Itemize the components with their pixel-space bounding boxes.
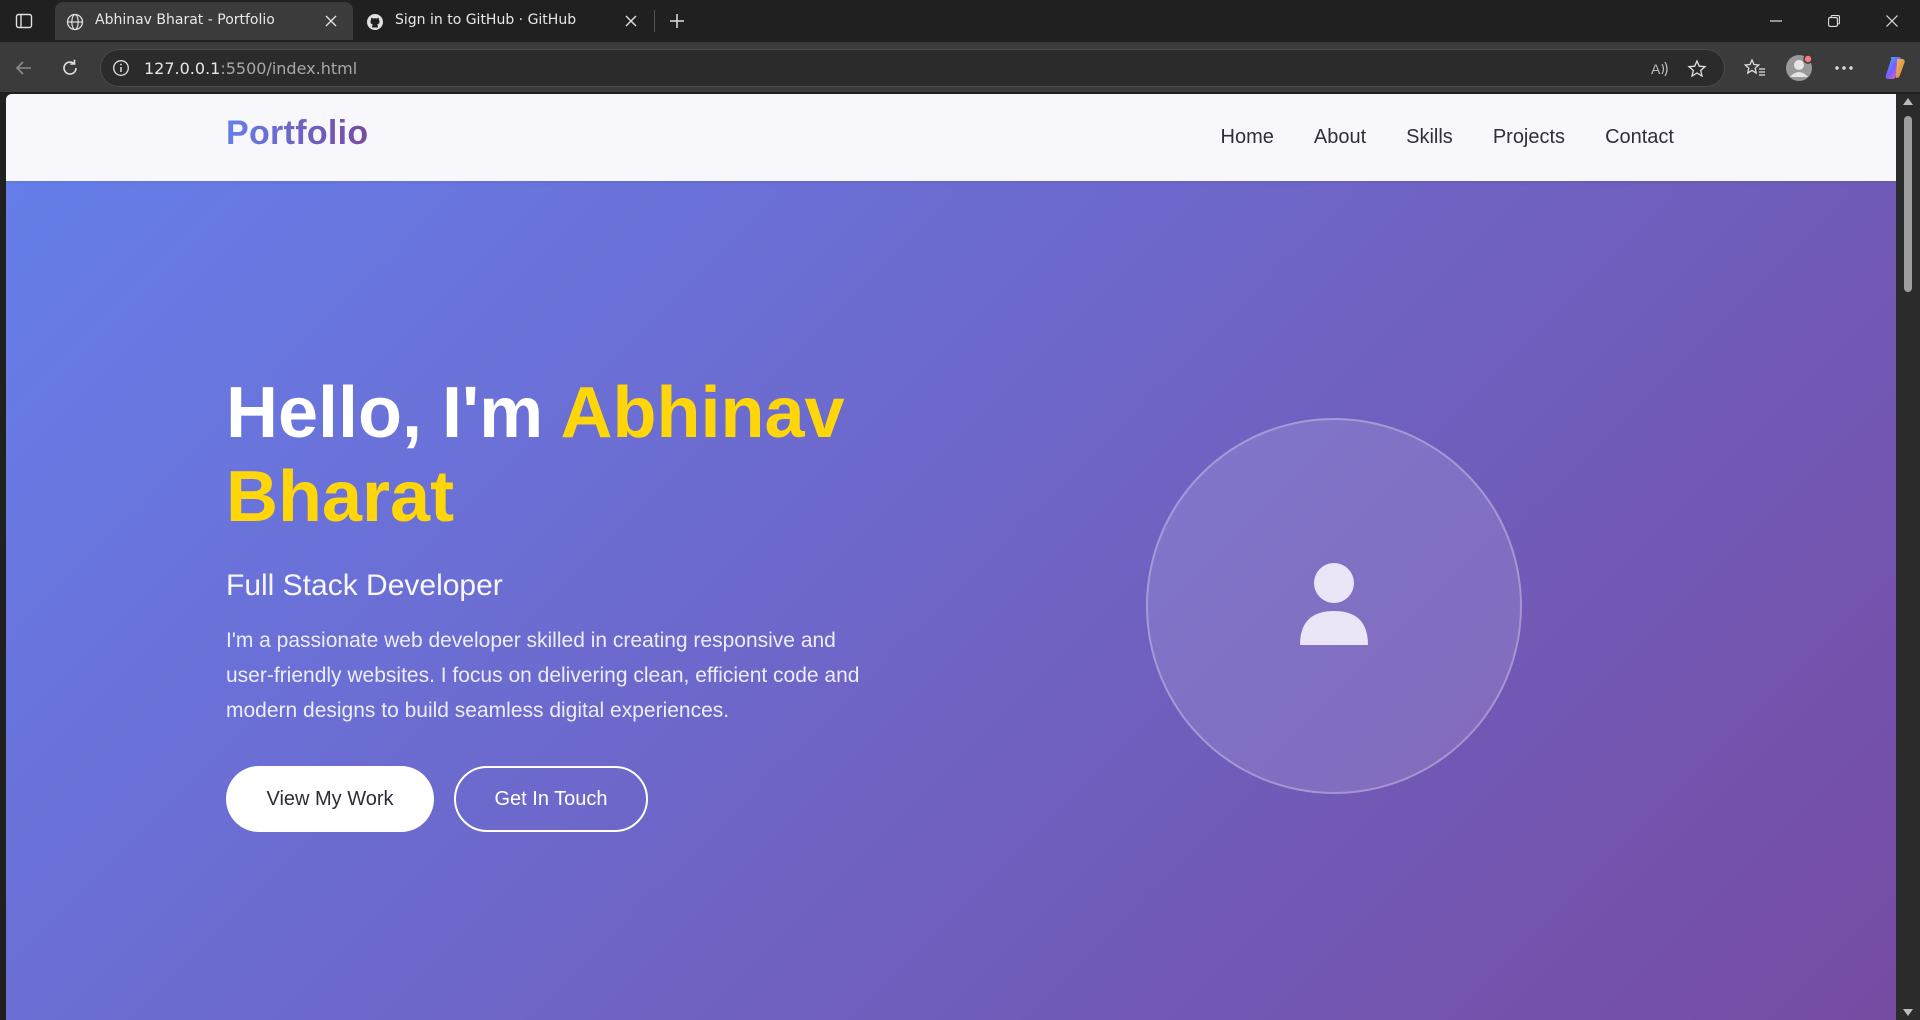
close-tab-icon[interactable] — [621, 11, 641, 31]
url-host: 127.0.0.1 — [144, 59, 221, 78]
new-tab-icon[interactable] — [664, 8, 690, 34]
more-menu-icon[interactable] — [1830, 54, 1858, 82]
nav-link-contact[interactable]: Contact — [1605, 126, 1674, 149]
favorite-star-icon[interactable] — [1686, 58, 1708, 80]
url-path: :5500/index.html — [220, 59, 358, 78]
restore-icon[interactable] — [1820, 8, 1848, 34]
refresh-icon[interactable] — [56, 54, 84, 82]
scrollbar-thumb[interactable] — [1904, 116, 1912, 292]
tab-portfolio[interactable]: Abhinav Bharat - Portfolio — [55, 2, 353, 40]
site-logo[interactable]: Portfolio — [226, 114, 368, 153]
hero-text: Hello, I'm Abhinav Bharat Full Stack Dev… — [226, 371, 886, 728]
tab-title: Sign in to GitHub · GitHub — [395, 12, 577, 28]
get-in-touch-button[interactable]: Get In Touch — [454, 766, 648, 832]
svg-text:A: A — [1651, 61, 1661, 77]
profile-image-placeholder — [1146, 418, 1522, 794]
minimize-icon[interactable] — [1762, 8, 1790, 34]
hero-title: Hello, I'm Abhinav Bharat — [226, 371, 886, 539]
browser-toolbar: 127.0.0.1:5500/index.html A — [0, 42, 1920, 92]
page-scrollbar[interactable] — [1896, 94, 1920, 1020]
hero-greeting: Hello, I'm — [226, 373, 561, 453]
hero-buttons: View My Work Get In Touch — [226, 766, 648, 832]
copilot-icon[interactable] — [1880, 54, 1908, 82]
address-bar[interactable]: 127.0.0.1:5500/index.html A — [100, 49, 1725, 87]
read-aloud-icon[interactable]: A — [1649, 58, 1671, 80]
tab-github[interactable]: Sign in to GitHub · GitHub — [355, 2, 653, 40]
page-viewport: Portfolio Home About Skills Projects Con… — [6, 94, 1896, 1020]
hero-subtitle: Full Stack Developer — [226, 569, 503, 602]
scroll-up-arrow-icon[interactable] — [1903, 98, 1913, 105]
close-tab-icon[interactable] — [321, 11, 341, 31]
hero-description: I'm a passionate web developer skilled i… — [226, 629, 860, 722]
nav-links: Home About Skills Projects Contact — [1221, 126, 1674, 149]
github-icon — [365, 12, 385, 32]
tab-actions-icon[interactable] — [12, 9, 36, 33]
nav-link-skills[interactable]: Skills — [1406, 126, 1453, 149]
globe-icon — [65, 12, 85, 32]
tab-bar: Abhinav Bharat - Portfolio Sign in to Gi… — [0, 0, 1920, 42]
url-text: 127.0.0.1:5500/index.html — [144, 59, 357, 78]
view-my-work-button[interactable]: View My Work — [226, 766, 434, 832]
site-info-icon[interactable] — [111, 58, 131, 78]
scroll-down-arrow-icon[interactable] — [1903, 1009, 1913, 1016]
hero-section: Hello, I'm Abhinav Bharat Full Stack Dev… — [6, 181, 1896, 1020]
back-icon[interactable] — [10, 54, 38, 82]
site-navbar: Portfolio Home About Skills Projects Con… — [6, 94, 1896, 181]
profile-avatar[interactable] — [1785, 54, 1813, 82]
nav-link-about[interactable]: About — [1314, 126, 1366, 149]
favorites-icon[interactable] — [1741, 54, 1769, 82]
user-icon — [1298, 563, 1370, 649]
nav-link-projects[interactable]: Projects — [1493, 126, 1565, 149]
tab-title: Abhinav Bharat - Portfolio — [95, 12, 275, 28]
tab-divider — [654, 10, 655, 32]
nav-link-home[interactable]: Home — [1221, 126, 1274, 149]
close-window-icon[interactable] — [1878, 8, 1906, 34]
